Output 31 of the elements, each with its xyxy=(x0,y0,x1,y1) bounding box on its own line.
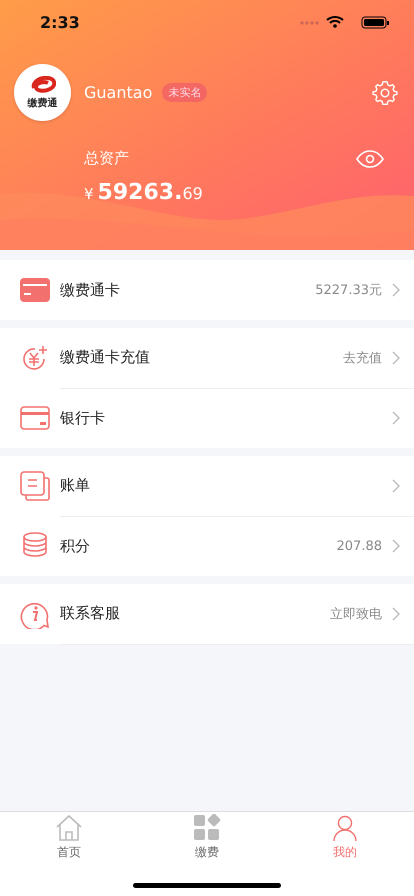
menu-row[interactable]: 联系客服 立即致电 xyxy=(0,584,414,644)
bill-icon xyxy=(20,471,50,501)
wifi-icon xyxy=(326,16,344,28)
menu-row[interactable]: 缴费通卡 5227.33元 xyxy=(0,260,414,320)
signal-icon xyxy=(300,21,319,25)
tab[interactable]: 缴费 xyxy=(138,812,276,862)
chevron-icon xyxy=(392,283,400,297)
settings-icon[interactable] xyxy=(372,80,398,106)
home-icon xyxy=(55,814,83,842)
menu-row[interactable]: 账单 xyxy=(0,456,414,516)
card-icon xyxy=(20,275,50,305)
user-icon xyxy=(331,814,359,842)
chevron-icon xyxy=(392,478,400,492)
menu-row[interactable]: 缴费通卡充值 去充值 xyxy=(0,328,414,388)
eye-icon[interactable] xyxy=(356,150,384,168)
tab[interactable]: 首页 xyxy=(0,812,138,862)
menu-row[interactable]: 积分 207.88 xyxy=(0,516,414,576)
app-logo: 缴费通 xyxy=(14,64,71,121)
menu-row[interactable]: 银行卡 xyxy=(0,388,414,448)
bank-card-icon xyxy=(20,403,50,433)
chevron-icon xyxy=(392,539,400,553)
chevron-icon xyxy=(392,411,400,425)
total-assets-label: 总资产 xyxy=(84,149,129,168)
battery-icon xyxy=(362,16,389,28)
chevron-icon xyxy=(392,350,400,364)
chevron-icon xyxy=(392,606,400,620)
user-name: Guantao xyxy=(84,83,152,102)
status-time: 2:33 xyxy=(40,12,80,32)
total-assets-amount: ¥ 59263.69 xyxy=(84,180,204,205)
verification-badge: 未实名 xyxy=(162,83,208,102)
grid-icon xyxy=(193,814,221,842)
